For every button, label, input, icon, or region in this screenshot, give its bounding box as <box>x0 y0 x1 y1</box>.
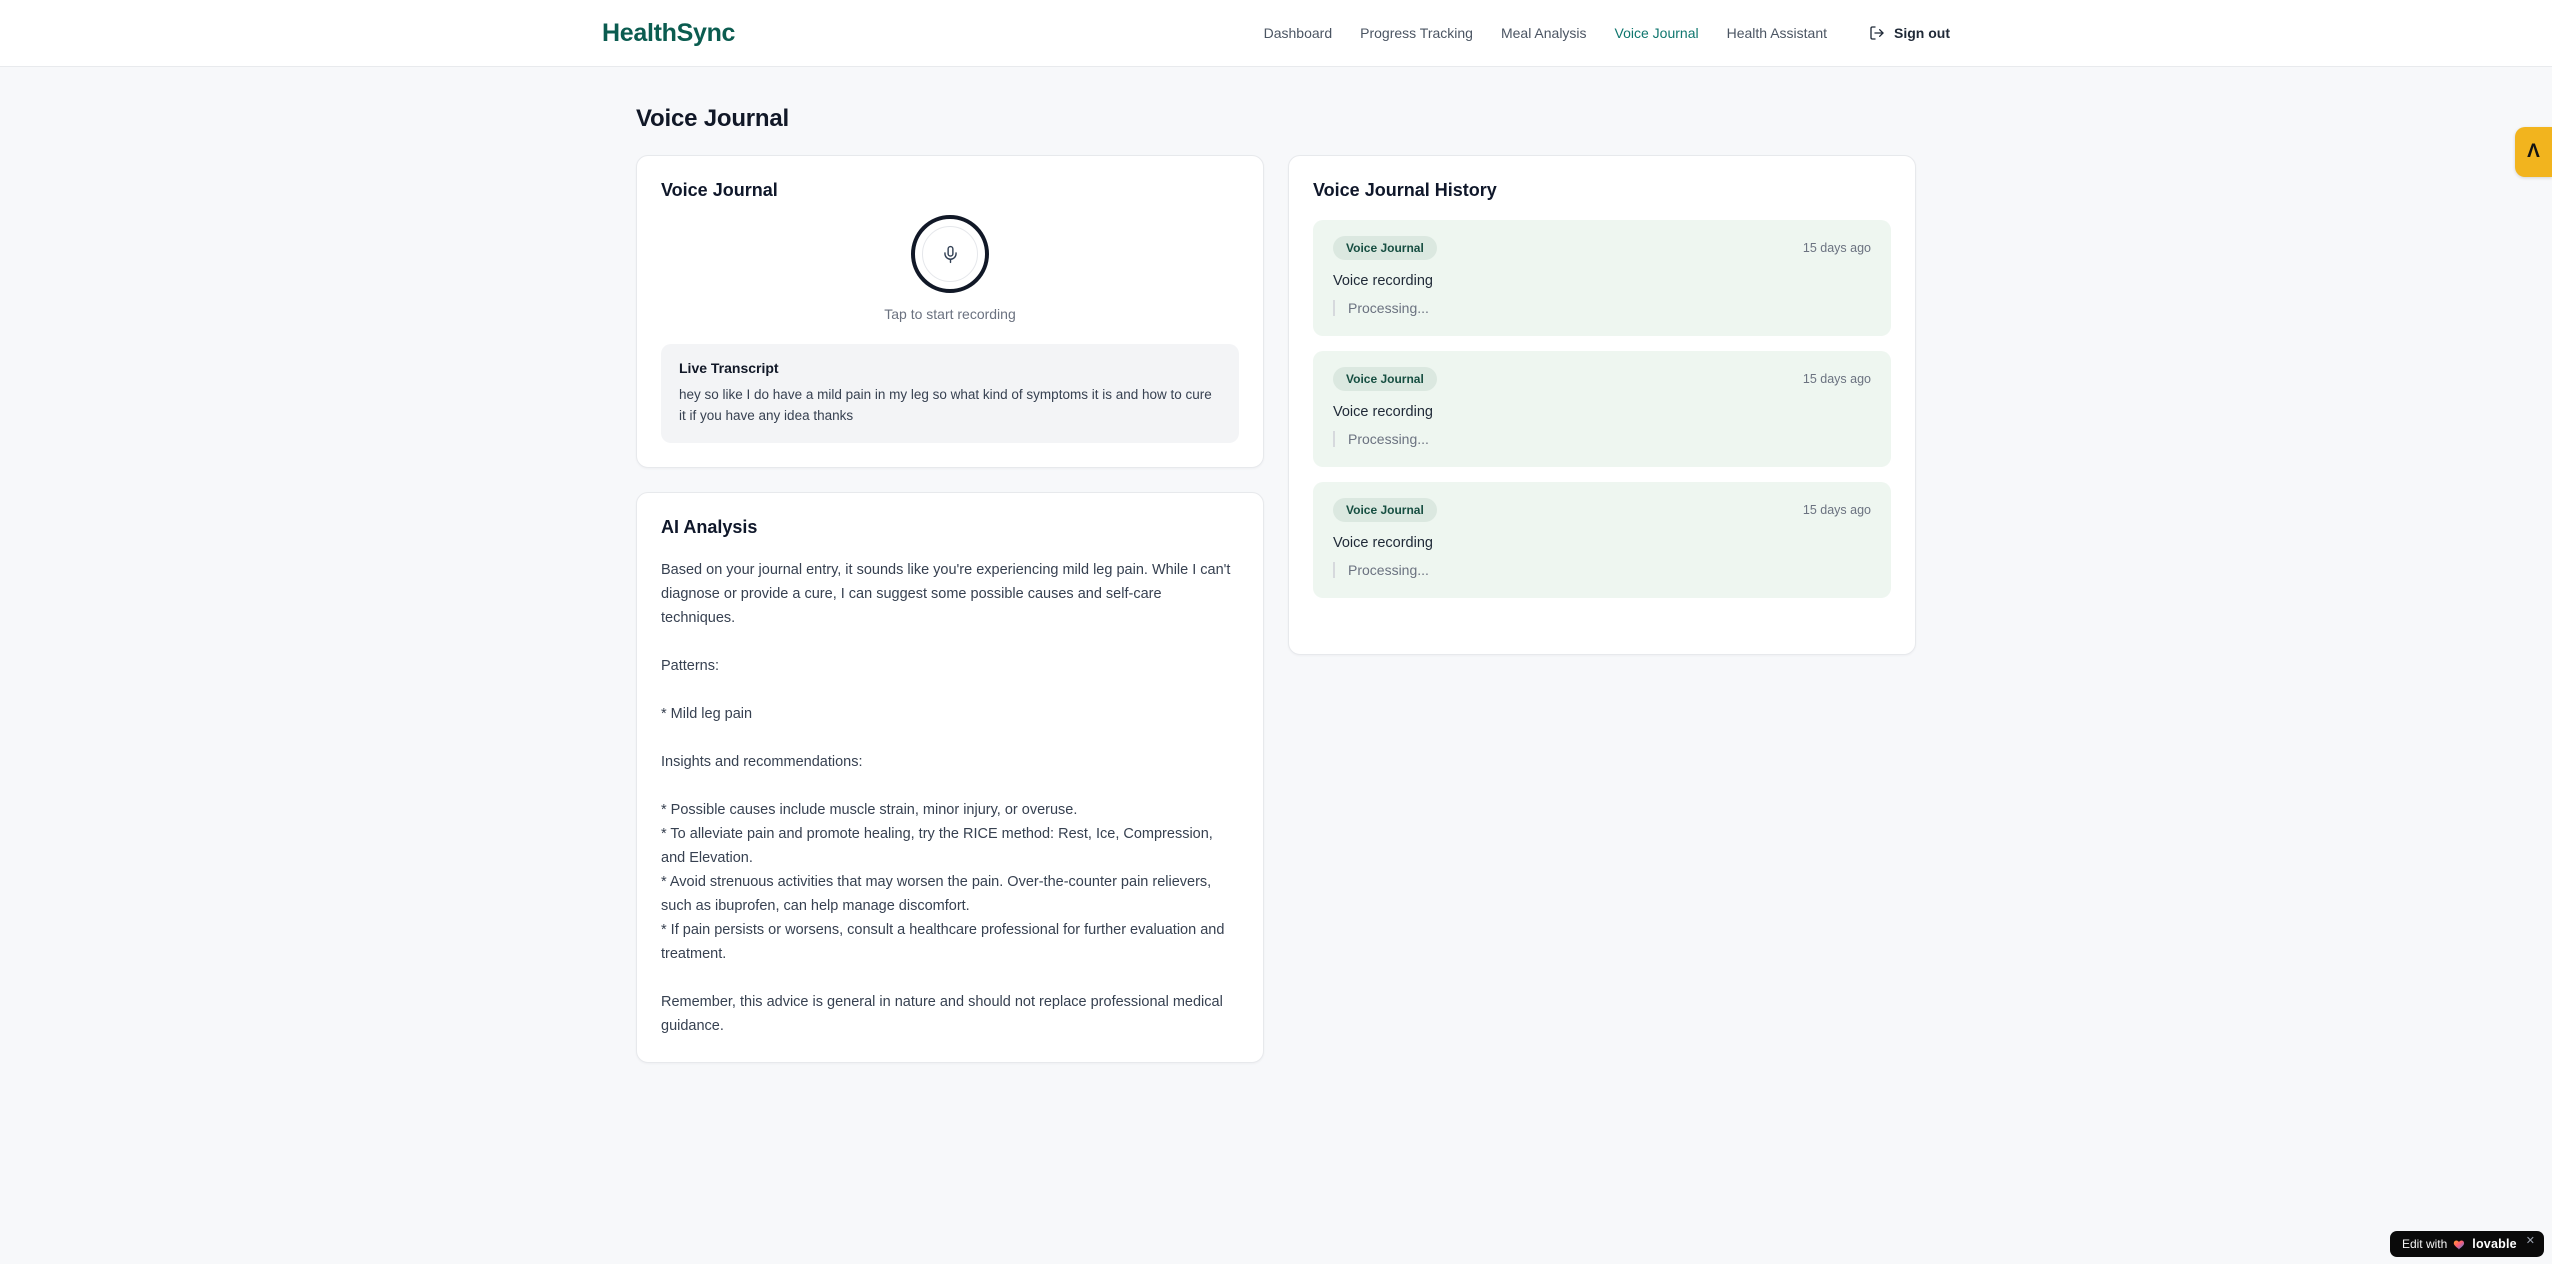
edit-with-lovable-badge[interactable]: Edit with lovable ✕ <box>2389 1231 2544 1257</box>
microphone-icon <box>941 245 960 264</box>
live-transcript-label: Live Transcript <box>679 360 779 376</box>
tap-to-record-hint: Tap to start recording <box>884 306 1016 322</box>
lovable-side-handle[interactable]: Λ <box>2515 127 2552 177</box>
history-entry[interactable]: Voice Journal 15 days ago Voice recordin… <box>1313 482 1891 598</box>
entry-title: Voice recording <box>1333 404 1433 420</box>
lambda-icon: Λ <box>2527 141 2540 162</box>
app-logo[interactable]: HealthSync <box>602 19 735 48</box>
log-out-icon <box>1869 25 1885 41</box>
nav-voice-journal[interactable]: Voice Journal <box>1615 25 1699 41</box>
nav-health-assistant[interactable]: Health Assistant <box>1727 25 1827 41</box>
live-transcript-box: Live Transcript hey so like I do have a … <box>661 344 1239 443</box>
history-entry[interactable]: Voice Journal 15 days ago Voice recordin… <box>1313 220 1891 336</box>
entry-timestamp: 15 days ago <box>1802 503 1871 517</box>
sign-out-label: Sign out <box>1894 25 1950 41</box>
nav-dashboard[interactable]: Dashboard <box>1264 25 1333 41</box>
ai-analysis-body: Based on your journal entry, it sounds l… <box>661 561 1231 1034</box>
entry-timestamp: 15 days ago <box>1802 372 1871 386</box>
recorder-card-title: Voice Journal <box>661 180 778 200</box>
top-navbar: HealthSync Dashboard Progress Tracking M… <box>0 0 2552 67</box>
close-icon[interactable]: ✕ <box>2526 1234 2535 1247</box>
entry-status: Processing... <box>1333 431 1871 447</box>
entry-title: Voice recording <box>1333 535 1433 551</box>
entry-status: Processing... <box>1333 562 1871 578</box>
entry-type-badge: Voice Journal <box>1333 498 1437 522</box>
nav-progress-tracking[interactable]: Progress Tracking <box>1360 25 1473 41</box>
ai-analysis-title: AI Analysis <box>661 516 758 537</box>
history-card-title: Voice Journal History <box>1313 180 1497 200</box>
voice-recorder-card: Voice Journal Tap to start recording Liv… <box>636 155 1264 468</box>
record-button[interactable] <box>911 215 989 293</box>
entry-title: Voice recording <box>1333 273 1433 289</box>
nav-meal-analysis[interactable]: Meal Analysis <box>1501 25 1587 41</box>
entry-status: Processing... <box>1333 300 1871 316</box>
entry-type-badge: Voice Journal <box>1333 236 1437 260</box>
entry-type-badge: Voice Journal <box>1333 367 1437 391</box>
history-list: Voice Journal 15 days ago Voice recordin… <box>1313 220 1891 598</box>
edit-with-label: Edit with <box>2401 1237 2448 1251</box>
lovable-wordmark: lovable <box>2472 1237 2517 1251</box>
sign-out-button[interactable]: Sign out <box>1869 25 1950 41</box>
history-entry[interactable]: Voice Journal 15 days ago Voice recordin… <box>1313 351 1891 467</box>
gradient-heart-icon <box>2453 1238 2466 1251</box>
record-button-inner-ring <box>922 226 978 282</box>
live-transcript-text: hey so like I do have a mild pain in my … <box>679 387 1212 423</box>
entry-timestamp: 15 days ago <box>1802 241 1871 255</box>
main-nav: Dashboard Progress Tracking Meal Analysi… <box>1264 25 1950 41</box>
ai-analysis-card: AI Analysis Based on your journal entry,… <box>636 491 1264 1063</box>
voice-journal-history-card: Voice Journal History Voice Journal 15 d… <box>1288 155 1916 655</box>
page-title: Voice Journal <box>636 105 790 132</box>
